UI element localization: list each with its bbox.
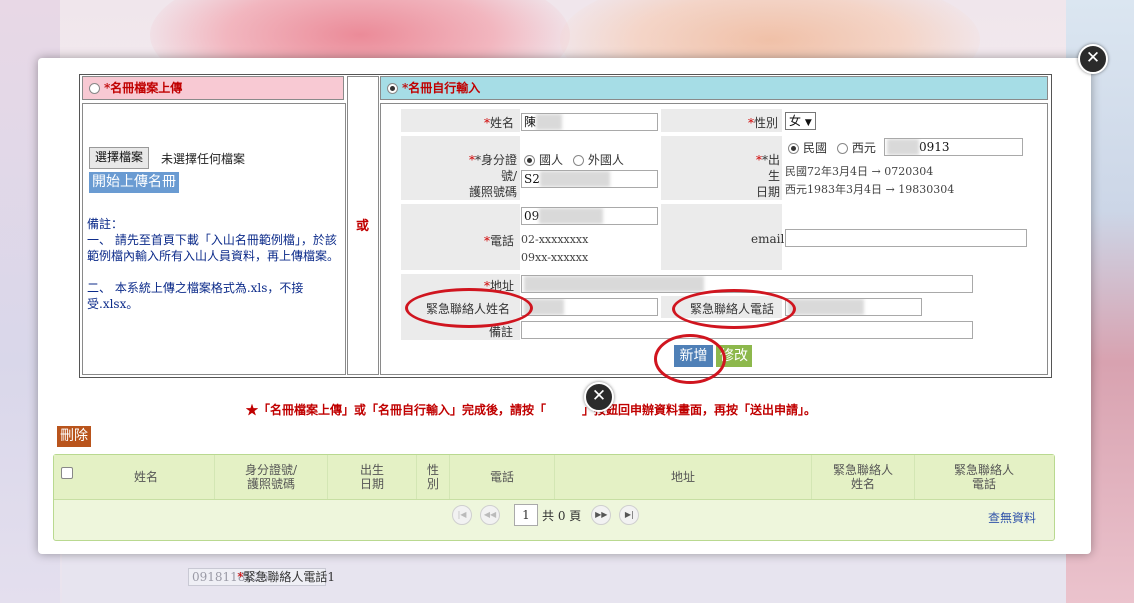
pagination: |◀ ◀◀ 1 共 0 頁 ▶▶ ▶| — [452, 504, 647, 526]
id-type-group: 國人 外國人 — [522, 151, 624, 168]
or-label: 或 — [356, 219, 370, 234]
phone-label: *電話 — [484, 234, 515, 248]
birth-input[interactable]: 0913 — [884, 138, 1023, 156]
highlight-circle-add-button — [654, 334, 726, 384]
birth-label: **出生 日期 — [755, 153, 780, 199]
email-label: email — [751, 232, 785, 246]
name-input[interactable]: 陳 — [521, 113, 658, 131]
upload-panel: *名冊檔案上傳 選擇檔案 未選擇任何檔案 開始上傳名冊 備註： 一、 請先至首頁… — [82, 76, 346, 375]
select-all-checkbox[interactable] — [61, 467, 73, 479]
id-label: **身分證號/護照號碼 — [468, 153, 517, 199]
birth-calendar-group: 民國 西元 — [786, 139, 876, 156]
birth-roc-radio[interactable] — [788, 143, 799, 154]
manual-entry-radio[interactable] — [387, 83, 398, 94]
choose-file-button[interactable]: 選擇檔案 — [89, 147, 150, 169]
no-file-text: 未選擇任何檔案 — [161, 152, 246, 166]
first-page-icon[interactable]: |◀ — [452, 505, 472, 525]
upload-panel-body: 選擇檔案 未選擇任何檔案 開始上傳名冊 備註： 一、 請先至首頁下載「入山名冊範… — [82, 103, 346, 375]
column-header[interactable]: 姓名 — [78, 455, 215, 499]
email-input[interactable] — [785, 229, 1027, 247]
submit-notice: ★「名冊檔案上傳」或「名冊自行輸入」完成後，請按「 」按鈕回申辦資料畫面，再按「送… — [246, 403, 817, 417]
phone-hint-landline: 02-xxxxxxxx — [521, 233, 589, 246]
or-divider: 或 — [347, 76, 379, 375]
column-header[interactable]: 性 別 — [417, 455, 450, 499]
roster-table: 姓名 身分證號/ 護照號碼 出生 日期 性 別 電話 地址 緊急聯絡人 姓名 緊… — [53, 454, 1055, 541]
column-header[interactable]: 電話 — [450, 455, 555, 499]
emergency-phone-input[interactable] — [785, 298, 922, 316]
gender-select[interactable]: 女 ▼ — [785, 112, 816, 130]
birth-hint-roc: 民國72年3月4日 → 0720304 — [785, 165, 934, 178]
start-upload-button[interactable]: 開始上傳名冊 — [89, 172, 179, 193]
table-header: 姓名 身分證號/ 護照號碼 出生 日期 性 別 電話 地址 緊急聯絡人 姓名 緊… — [54, 455, 1054, 500]
note-item-1: 一、 請先至首頁下載「入山名冊範例檔」，於該範例檔內輸入所有入山人員資料，再上傳… — [87, 233, 340, 263]
id-citizen-radio[interactable] — [524, 155, 535, 166]
last-page-icon[interactable]: ▶| — [619, 505, 640, 525]
note-title: 備註： — [87, 217, 124, 231]
birth-hint-ad: 西元1983年3月4日 → 19830304 — [785, 183, 955, 196]
page-total: 共 0 頁 — [542, 508, 582, 523]
upload-panel-header[interactable]: *名冊檔案上傳 — [82, 76, 344, 100]
column-header[interactable]: 身分證號/ 護照號碼 — [215, 455, 328, 499]
prev-page-icon[interactable]: ◀◀ — [480, 505, 500, 525]
upload-radio[interactable] — [89, 83, 100, 94]
birth-ad-radio[interactable] — [836, 143, 848, 154]
gender-label: *性別 — [748, 116, 779, 130]
id-foreign-radio[interactable] — [572, 155, 584, 166]
delete-button[interactable]: 刪除 — [57, 426, 91, 447]
highlight-circle-emergency-phone — [672, 289, 796, 329]
underlying-emergency-phone-label: *緊急聯絡人電話1 — [237, 570, 335, 584]
name-label: *姓名 — [484, 116, 515, 130]
column-header[interactable]: 緊急聯絡人 姓名 — [812, 455, 915, 499]
column-header[interactable]: 緊急聯絡人 電話 — [915, 455, 1053, 499]
emergency-name-input[interactable] — [521, 298, 658, 316]
highlight-circle-emergency-name — [405, 288, 533, 328]
column-header[interactable]: 地址 — [555, 455, 812, 499]
no-data-text: 查無資料 — [988, 511, 1037, 525]
page-number-input[interactable]: 1 — [514, 504, 538, 526]
upload-note: 備註： 一、 請先至首頁下載「入山名冊範例檔」，於該範例檔內輸入所有入山人員資料… — [87, 216, 339, 312]
phone-hint-mobile: 09xx-xxxxxx — [521, 251, 589, 264]
close-icon: ✕ — [584, 382, 614, 412]
next-page-icon[interactable]: ▶▶ — [591, 505, 612, 525]
id-input[interactable]: S2 — [521, 170, 658, 188]
note-item-2: 二、 本系統上傳之檔案格式為.xls，不接受.xlsx。 — [87, 281, 304, 311]
chevron-down-icon: ▼ — [804, 118, 812, 128]
column-header[interactable]: 出生 日期 — [328, 455, 417, 499]
manual-entry-header[interactable]: *名冊自行輸入 — [380, 76, 1048, 100]
underlying-form-row: *緊急聯絡人電話1 0918118826 — [180, 568, 335, 586]
close-icon[interactable]: ✕ — [1078, 44, 1108, 74]
phone-input[interactable]: 09 — [521, 207, 658, 225]
